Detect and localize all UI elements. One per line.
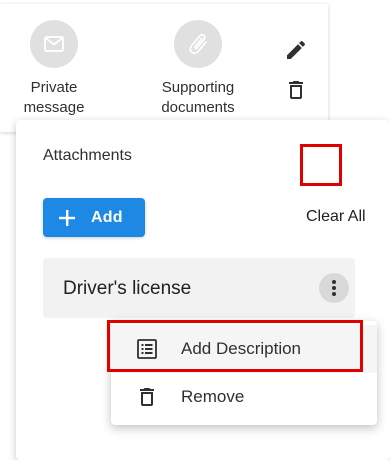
add-button-label: Add	[91, 208, 123, 226]
trash-icon	[135, 385, 159, 409]
trash-icon[interactable]	[280, 74, 312, 106]
attachment-context-menu: Add Description Remove	[111, 321, 377, 425]
attachment-name: Driver's license	[63, 278, 192, 299]
menu-item-remove[interactable]: Remove	[111, 373, 377, 421]
edit-icon[interactable]	[280, 34, 312, 66]
more-options-icon[interactable]	[319, 273, 349, 303]
add-button[interactable]: Add	[43, 198, 145, 237]
supporting-documents-action[interactable]: Supporting documents	[143, 20, 253, 118]
clear-all-button[interactable]: Clear All	[306, 208, 366, 226]
paperclip-icon	[174, 20, 222, 68]
attachment-item: Driver's license	[43, 258, 355, 318]
plus-icon	[57, 208, 77, 228]
menu-item-label: Add Description	[181, 339, 302, 358]
private-message-action[interactable]: Private message	[0, 20, 109, 118]
supporting-documents-label: Supporting documents	[161, 79, 235, 116]
actions-card: Private message Supporting documents	[0, 4, 328, 132]
mail-icon	[30, 20, 78, 68]
menu-item-label: Remove	[181, 387, 245, 406]
attachments-panel: Attachments Add Clear All Driver's licen…	[16, 120, 390, 460]
list-icon	[135, 337, 159, 361]
attachments-title: Attachments	[43, 147, 132, 164]
menu-item-add-description[interactable]: Add Description	[111, 325, 377, 373]
private-message-label: Private message	[23, 79, 85, 116]
